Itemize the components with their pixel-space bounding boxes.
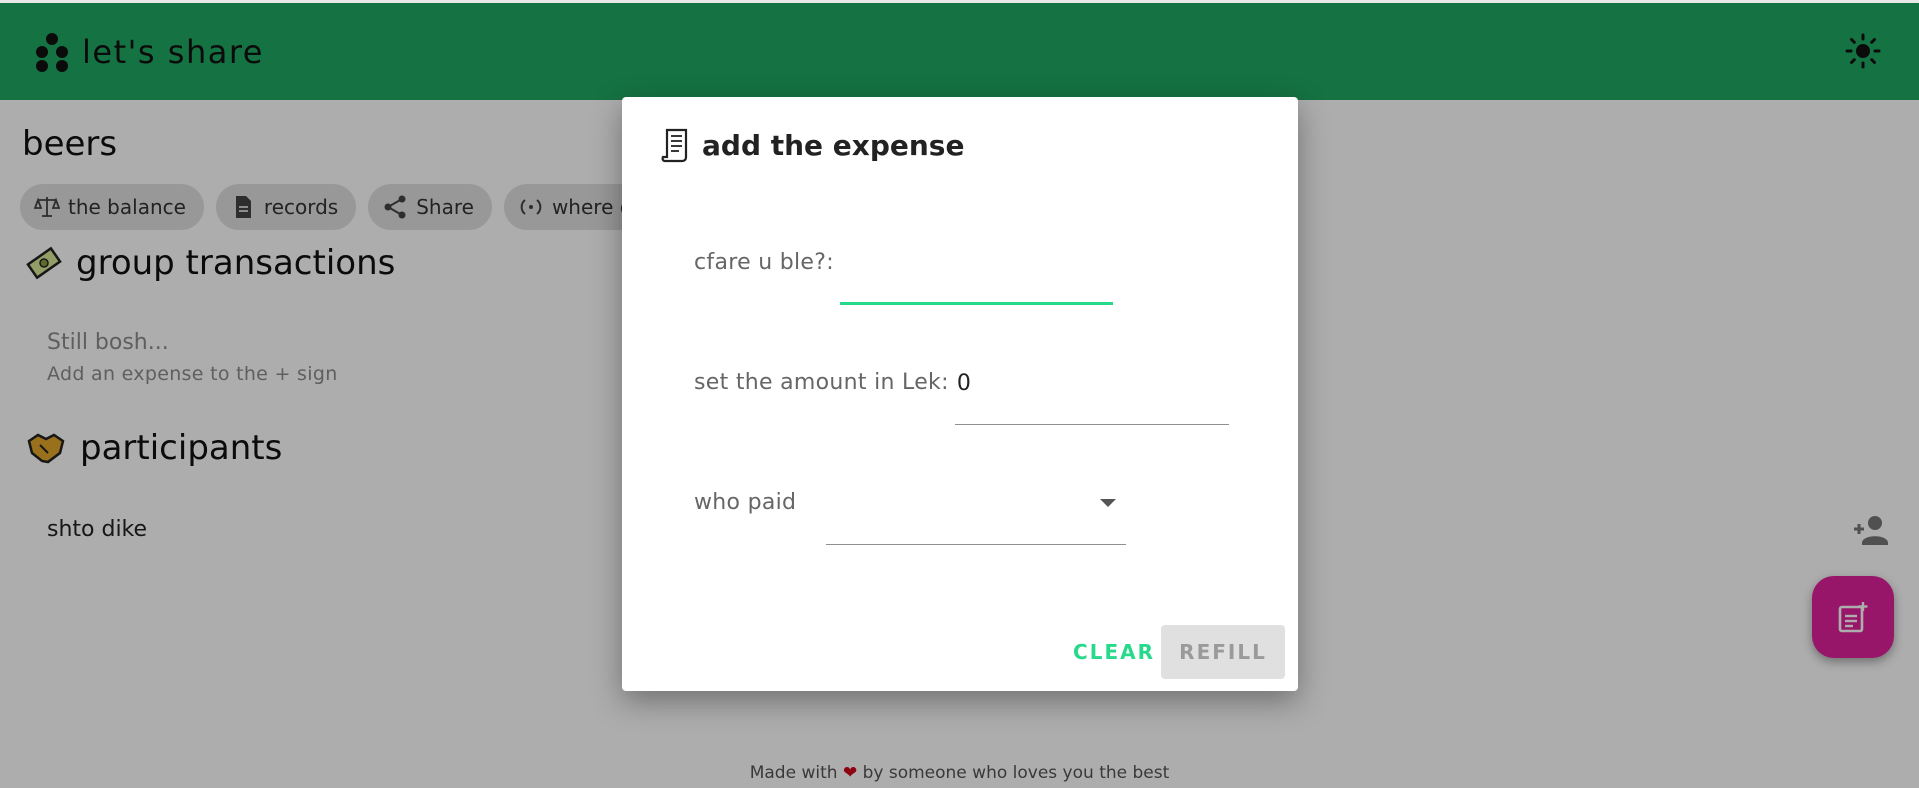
payer-field: who paid [694,487,1127,545]
amount-label: set the amount in Lek: [694,370,949,395]
amount-field: set the amount in Lek: [694,367,1229,425]
add-expense-dialog: add the expense cfare u ble?: set the am… [622,97,1298,691]
receipt-icon [661,128,688,163]
payer-label: who paid [694,490,797,515]
description-label: cfare u ble?: [694,250,834,275]
description-field: cfare u ble?: [694,247,1113,305]
amount-input[interactable] [954,367,1229,425]
clear-button[interactable]: CLEAR [1052,625,1176,679]
dialog-title: add the expense [702,128,965,162]
payer-select[interactable] [826,487,1127,545]
dialog-header: add the expense [660,127,964,163]
dropdown-arrow-icon [1100,499,1117,507]
refill-button[interactable]: REFILL [1161,625,1285,679]
description-input[interactable] [839,247,1113,305]
